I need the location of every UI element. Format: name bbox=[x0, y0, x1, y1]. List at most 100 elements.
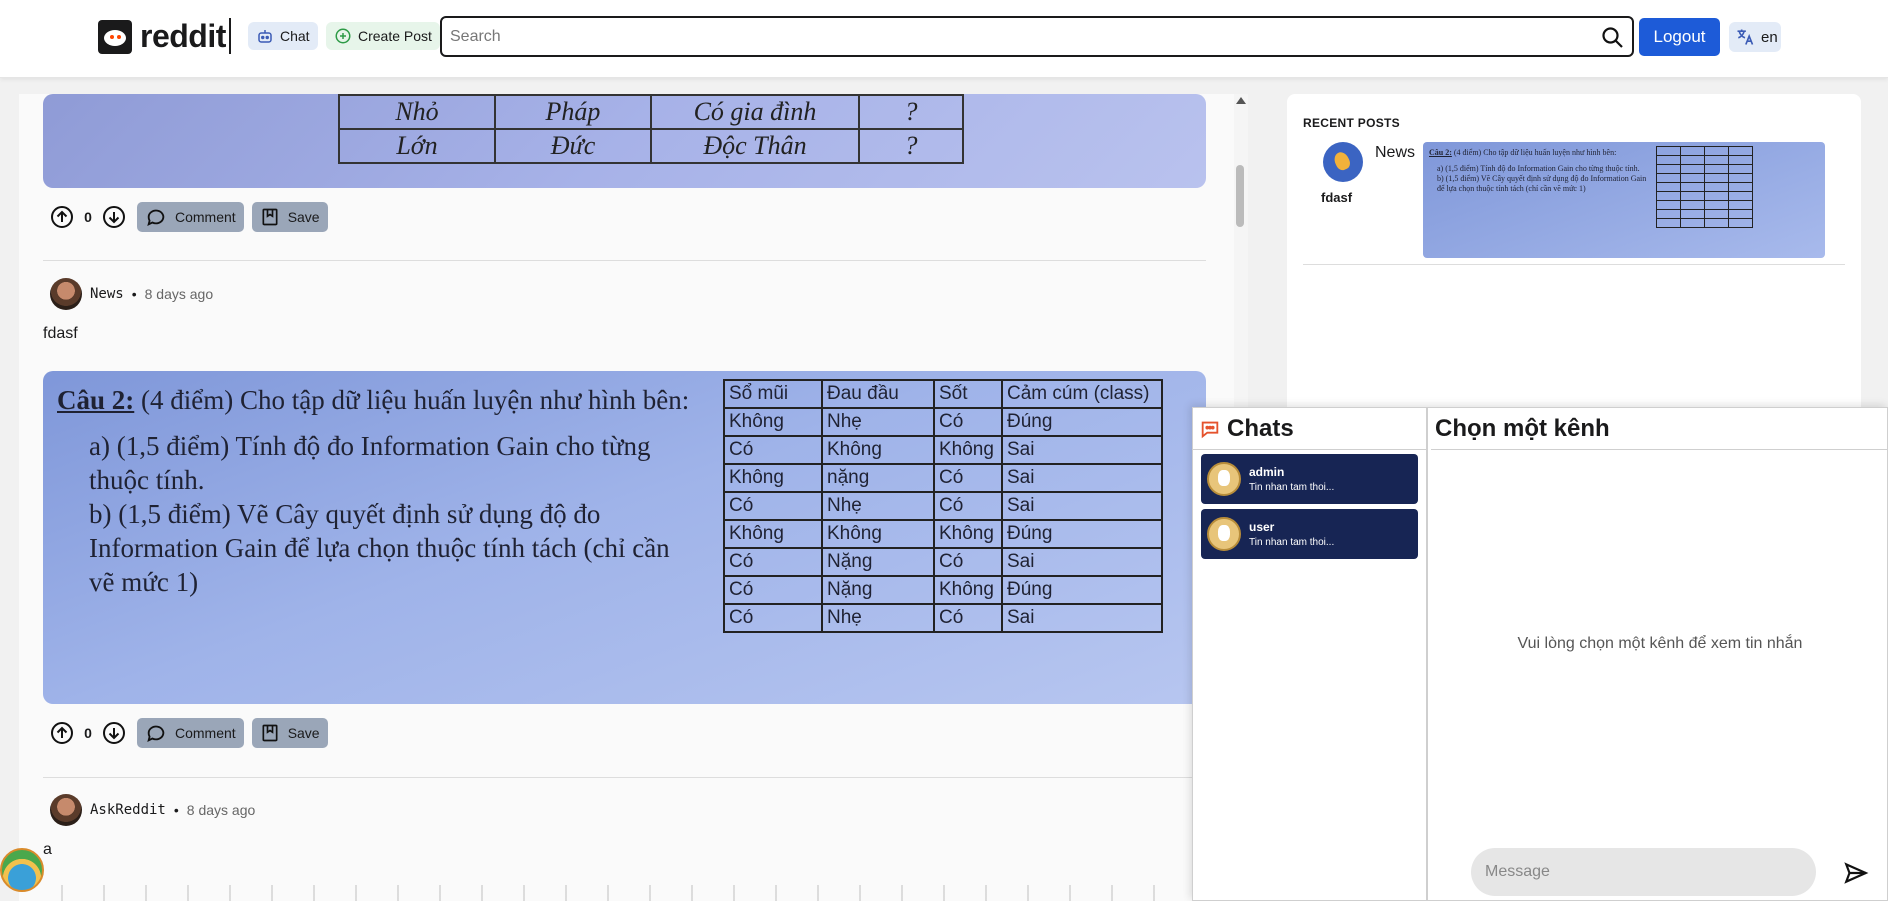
reddit-logo[interactable]: reddit bbox=[98, 18, 226, 55]
save-label: Save bbox=[287, 725, 320, 741]
message-input[interactable] bbox=[1471, 848, 1816, 896]
image-table-cell: Có bbox=[933, 491, 1003, 521]
post-image[interactable]: Nhỏ Pháp Có gia đình ? Lớn Đức Độc Thân … bbox=[43, 94, 1206, 188]
post-image[interactable]: Câu 2: (4 điểm) Cho tập dữ liệu huấn luy… bbox=[43, 371, 1206, 704]
recent-post-user[interactable]: fdasf bbox=[1321, 190, 1352, 205]
chat-bubble-icon bbox=[1201, 421, 1219, 438]
chat-button[interactable]: Chat bbox=[248, 22, 318, 50]
chat-channel-item[interactable]: admin Tin nhan tam thoi... bbox=[1201, 454, 1418, 504]
avatar bbox=[1207, 462, 1241, 496]
post-feed: Nhỏ Pháp Có gia đình ? Lớn Đức Độc Thân … bbox=[19, 94, 1246, 901]
image-table-cell: Không bbox=[821, 435, 935, 465]
save-button[interactable]: Save bbox=[251, 202, 328, 232]
avatar bbox=[1207, 517, 1241, 551]
image-table-cell: Không bbox=[933, 435, 1003, 465]
comment-button[interactable]: Comment bbox=[137, 718, 244, 748]
image-table-cell: Đúng bbox=[1001, 519, 1163, 549]
image-table-header: Sốt bbox=[933, 379, 1003, 409]
image-table-header: Sổ mũi bbox=[723, 379, 823, 409]
image-table-cell: nặng bbox=[821, 463, 935, 493]
image-table-cell: Pháp bbox=[494, 94, 652, 130]
chat-channel-item[interactable]: user Tin nhan tam thoi... bbox=[1201, 509, 1418, 559]
comment-icon bbox=[147, 209, 165, 227]
image-table-cell: Nhỏ bbox=[338, 94, 496, 130]
post-divider bbox=[43, 777, 1206, 778]
downvote-button[interactable] bbox=[99, 718, 129, 748]
logo-divider bbox=[229, 18, 231, 54]
image-table-cell: Có bbox=[933, 603, 1003, 633]
question-heading: Câu 2: bbox=[57, 385, 135, 415]
chat-main-title: Chọn một kênh bbox=[1431, 408, 1888, 450]
image-table-cell: Có bbox=[933, 547, 1003, 577]
vote-count: 0 bbox=[84, 209, 92, 225]
create-post-button[interactable]: Create Post bbox=[326, 22, 440, 50]
scroll-up-arrow-icon[interactable] bbox=[1236, 97, 1246, 104]
subreddit-name[interactable]: AskReddit bbox=[90, 802, 166, 818]
image-table: Sổ mũi Đau đầu Sốt Cảm cúm (class) Không… bbox=[723, 379, 1163, 633]
image-table-cell: Nhẹ bbox=[821, 491, 935, 521]
image-table-header: Đau đầu bbox=[821, 379, 935, 409]
image-table-header: Cảm cúm (class) bbox=[1001, 379, 1163, 409]
meta-separator: • bbox=[173, 802, 179, 818]
image-table-cell: Không bbox=[933, 575, 1003, 605]
language-label: en bbox=[1761, 28, 1778, 46]
image-table-cell: Có bbox=[723, 435, 823, 465]
image-table-cell: Có bbox=[723, 603, 823, 633]
avatar[interactable] bbox=[50, 278, 82, 310]
save-button[interactable]: Save bbox=[251, 718, 328, 748]
bookmark-icon bbox=[262, 208, 278, 226]
image-table-cell: Sai bbox=[1001, 435, 1163, 465]
question-intro: (4 điểm) Cho tập dữ liệu huấn luyện như … bbox=[141, 385, 690, 415]
image-table-cell: Có bbox=[723, 547, 823, 577]
downvote-button[interactable] bbox=[99, 202, 129, 232]
thumbnail-table bbox=[1656, 146, 1753, 228]
image-table-cell: Có bbox=[723, 575, 823, 605]
recent-posts-panel: RECENT POSTS News fdasf Câu 2: (4 điểm) … bbox=[1287, 94, 1861, 424]
post-image-partial bbox=[43, 885, 1206, 901]
scrollbar-thumb[interactable] bbox=[1236, 165, 1244, 227]
image-table-cell: ? bbox=[858, 128, 964, 164]
post-title[interactable]: fdasf bbox=[43, 325, 78, 343]
comment-icon bbox=[147, 725, 165, 743]
image-table-cell: Không bbox=[723, 407, 823, 437]
image-table-cell: Không bbox=[933, 519, 1003, 549]
recent-posts-divider bbox=[1303, 264, 1845, 265]
subreddit-name[interactable]: News bbox=[90, 286, 124, 302]
search-icon[interactable] bbox=[1600, 25, 1624, 49]
language-selector[interactable]: en bbox=[1729, 22, 1781, 52]
beach-widget-icon[interactable] bbox=[0, 848, 44, 892]
arrow-down-circle-icon bbox=[103, 722, 125, 744]
recent-post-subreddit[interactable]: News bbox=[1375, 144, 1415, 162]
post-actions: 0 Comment Save bbox=[47, 718, 328, 748]
upvote-button[interactable] bbox=[47, 202, 77, 232]
chat-channel-list: Chats admin Tin nhan tam thoi... user Ti… bbox=[1193, 408, 1428, 901]
send-icon[interactable] bbox=[1843, 860, 1869, 886]
avatar[interactable] bbox=[50, 794, 82, 826]
recent-post-thumbnail[interactable]: Câu 2: (4 điểm) Cho tập dữ liệu huấn luy… bbox=[1423, 142, 1825, 258]
channel-last-message: Tin nhan tam thoi... bbox=[1249, 482, 1335, 493]
image-table-cell: Đúng bbox=[1001, 407, 1163, 437]
post-meta: AskReddit • 8 days ago bbox=[50, 794, 255, 826]
subreddit-avatar[interactable] bbox=[1323, 142, 1363, 182]
arrow-down-circle-icon bbox=[103, 206, 125, 228]
image-table-cell: Đức bbox=[494, 128, 652, 164]
image-table-cell: Nặng bbox=[821, 575, 935, 605]
image-table-cell: Sai bbox=[1001, 463, 1163, 493]
post-time: 8 days ago bbox=[186, 802, 256, 818]
comment-button[interactable]: Comment bbox=[137, 202, 244, 232]
upvote-button[interactable] bbox=[47, 718, 77, 748]
post-divider bbox=[43, 260, 1206, 261]
comment-label: Comment bbox=[175, 725, 236, 741]
plus-circle-icon bbox=[335, 28, 351, 44]
chat-bot-icon bbox=[258, 30, 272, 43]
comment-label: Comment bbox=[175, 209, 236, 225]
post-time: 8 days ago bbox=[144, 286, 214, 302]
logout-button[interactable]: Logout bbox=[1639, 18, 1720, 56]
image-table-cell: Độc Thân bbox=[650, 128, 860, 164]
post-title[interactable]: a bbox=[43, 841, 52, 859]
chat-panel: Chats admin Tin nhan tam thoi... user Ti… bbox=[1192, 407, 1888, 901]
image-table-cell: Có bbox=[933, 407, 1003, 437]
search-input[interactable] bbox=[442, 18, 1582, 55]
image-table-cell: Không bbox=[723, 519, 823, 549]
search-bar bbox=[440, 16, 1634, 57]
